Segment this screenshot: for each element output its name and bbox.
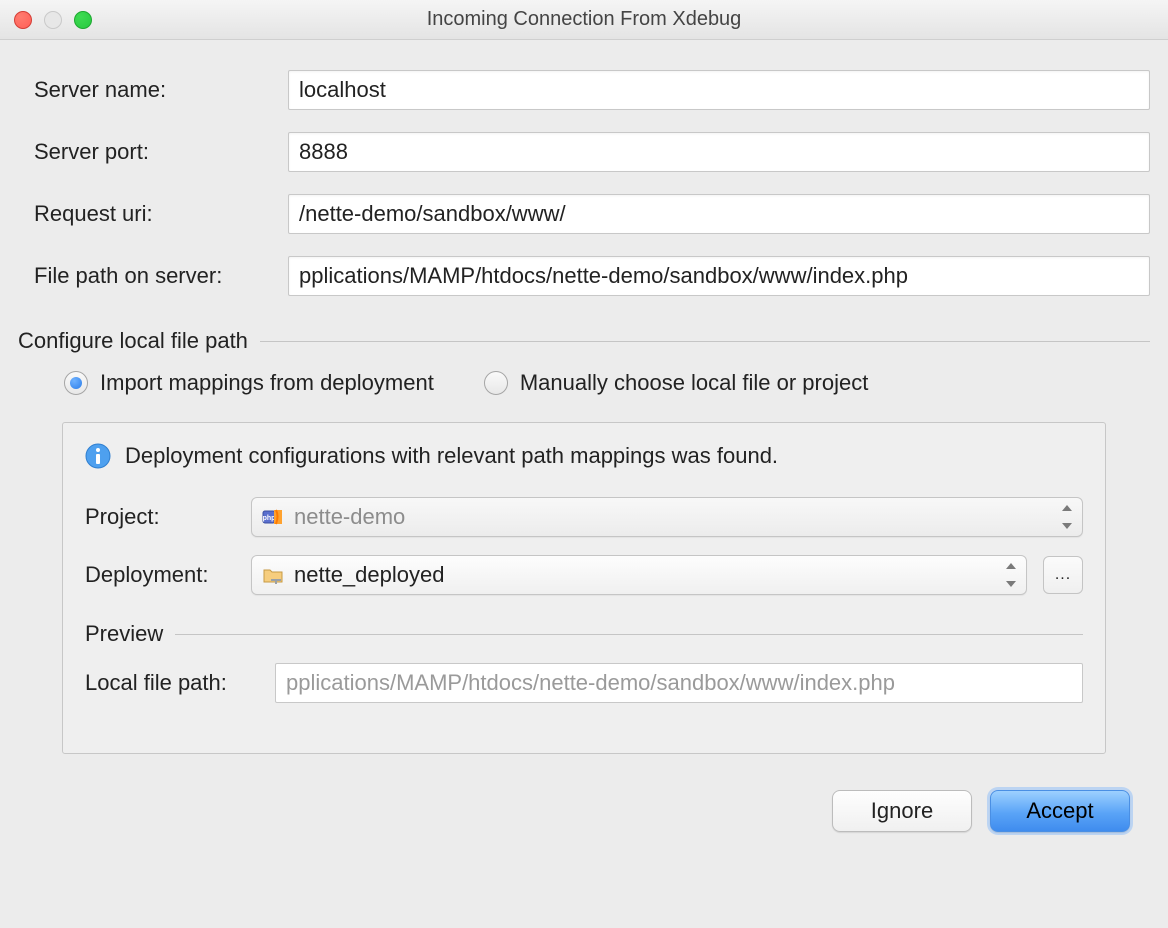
accept-button[interactable]: Accept xyxy=(990,790,1130,832)
radio-import-label: Import mappings from deployment xyxy=(100,370,434,396)
info-text: Deployment configurations with relevant … xyxy=(125,443,778,469)
value-request-uri: /nette-demo/sandbox/www/ xyxy=(299,201,566,227)
ignore-button-label: Ignore xyxy=(871,798,933,824)
radio-manual-label: Manually choose local file or project xyxy=(520,370,869,396)
window-title: Incoming Connection From Xdebug xyxy=(0,8,1168,31)
chevron-updown-icon xyxy=(1004,563,1018,587)
section-preview: Preview xyxy=(85,621,1083,647)
preview-title: Preview xyxy=(85,621,163,647)
dialog-content: Server name: localhost Server port: 8888… xyxy=(0,40,1168,852)
radio-group-mapping-mode: Import mappings from deployment Manually… xyxy=(18,370,1150,396)
browse-deployment-button[interactable]: ... xyxy=(1043,556,1083,594)
info-message: Deployment configurations with relevant … xyxy=(85,443,1083,469)
value-local-path: pplications/MAMP/htdocs/nette-demo/sandb… xyxy=(286,670,895,696)
dropdown-project[interactable]: php nette-demo xyxy=(251,497,1083,537)
dropdown-deployment[interactable]: nette_deployed xyxy=(251,555,1027,595)
section-title: Configure local file path xyxy=(18,328,248,354)
ellipsis-icon: ... xyxy=(1055,566,1071,584)
row-request-uri: Request uri: /nette-demo/sandbox/www/ xyxy=(18,194,1150,234)
input-server-port[interactable]: 8888 xyxy=(288,132,1150,172)
field-local-path: pplications/MAMP/htdocs/nette-demo/sandb… xyxy=(275,663,1083,703)
input-server-name[interactable]: localhost xyxy=(288,70,1150,110)
chevron-updown-icon xyxy=(1060,505,1074,529)
radio-manual-choose[interactable]: Manually choose local file or project xyxy=(484,370,869,396)
label-project: Project: xyxy=(85,504,251,530)
info-icon xyxy=(85,443,111,469)
input-file-path[interactable]: pplications/MAMP/htdocs/nette-demo/sandb… xyxy=(288,256,1150,296)
svg-text:php: php xyxy=(263,515,276,522)
label-file-path: File path on server: xyxy=(18,263,288,289)
row-deployment: Deployment: nette_deployed ... xyxy=(85,555,1083,595)
minimize-window-icon xyxy=(44,11,62,29)
preview-divider xyxy=(175,634,1083,635)
accept-button-label: Accept xyxy=(1026,798,1093,824)
local-folder-icon xyxy=(262,564,284,586)
radio-icon xyxy=(484,371,508,395)
close-window-icon[interactable] xyxy=(14,11,32,29)
radio-icon xyxy=(64,371,88,395)
row-file-path: File path on server: pplications/MAMP/ht… xyxy=(18,256,1150,296)
row-server-port: Server port: 8888 xyxy=(18,132,1150,172)
label-request-uri: Request uri: xyxy=(18,201,288,227)
value-server-name: localhost xyxy=(299,77,386,103)
row-project: Project: php nette-demo xyxy=(85,497,1083,537)
zoom-window-icon[interactable] xyxy=(74,11,92,29)
dropdown-deployment-value: nette_deployed xyxy=(294,562,444,588)
input-request-uri[interactable]: /nette-demo/sandbox/www/ xyxy=(288,194,1150,234)
section-divider xyxy=(260,341,1150,342)
value-server-port: 8888 xyxy=(299,139,348,165)
label-local-path: Local file path: xyxy=(85,670,275,696)
radio-import-mappings[interactable]: Import mappings from deployment xyxy=(64,370,434,396)
label-server-name: Server name: xyxy=(18,77,288,103)
row-server-name: Server name: localhost xyxy=(18,70,1150,110)
value-file-path: pplications/MAMP/htdocs/nette-demo/sandb… xyxy=(299,263,908,289)
titlebar: Incoming Connection From Xdebug xyxy=(0,0,1168,40)
php-project-icon: php xyxy=(262,506,284,528)
row-local-path: Local file path: pplications/MAMP/htdocs… xyxy=(85,663,1083,703)
window-controls xyxy=(14,11,92,29)
label-deployment: Deployment: xyxy=(85,562,251,588)
ignore-button[interactable]: Ignore xyxy=(832,790,972,832)
deployment-panel: Deployment configurations with relevant … xyxy=(62,422,1106,754)
section-configure-local-path: Configure local file path xyxy=(18,328,1150,354)
label-server-port: Server port: xyxy=(18,139,288,165)
dialog-footer: Ignore Accept xyxy=(18,754,1150,852)
dropdown-project-value: nette-demo xyxy=(294,504,405,530)
